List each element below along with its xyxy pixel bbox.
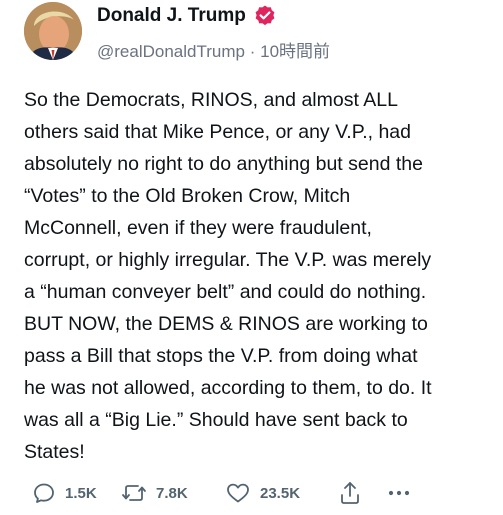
- repost-button[interactable]: 7.8K: [121, 478, 188, 508]
- handle[interactable]: @realDonaldTrump: [97, 42, 245, 61]
- heart-icon: [227, 483, 249, 503]
- post-text: So the Democrats, RINOS, and almost ALL …: [24, 89, 432, 463]
- post: Donald J. Trump @realDonaldTrump · 10時間前…: [0, 0, 503, 515]
- profile-photo-icon: [24, 2, 82, 60]
- reply-button[interactable]: 1.5K: [32, 478, 97, 508]
- repost-icon: [122, 485, 146, 501]
- action-bar: 1.5K 7.8K 23.5K: [0, 478, 503, 508]
- separator: ·: [249, 42, 256, 61]
- timestamp[interactable]: 10時間前: [260, 42, 330, 61]
- handle-line: @realDonaldTrump · 10時間前: [97, 37, 330, 62]
- verified-badge-icon: [255, 5, 275, 26]
- avatar[interactable]: [24, 2, 82, 60]
- repost-count: 7.8K: [156, 484, 188, 502]
- more-options-button[interactable]: [384, 478, 414, 508]
- reply-icon: [34, 483, 54, 503]
- like-button[interactable]: 23.5K: [225, 478, 300, 508]
- share-icon: [341, 482, 359, 504]
- like-count: 23.5K: [260, 484, 301, 502]
- display-name[interactable]: Donald J. Trump: [97, 5, 246, 27]
- reply-count: 1.5K: [65, 484, 97, 502]
- more-icon: [388, 490, 410, 496]
- share-button[interactable]: [338, 478, 362, 508]
